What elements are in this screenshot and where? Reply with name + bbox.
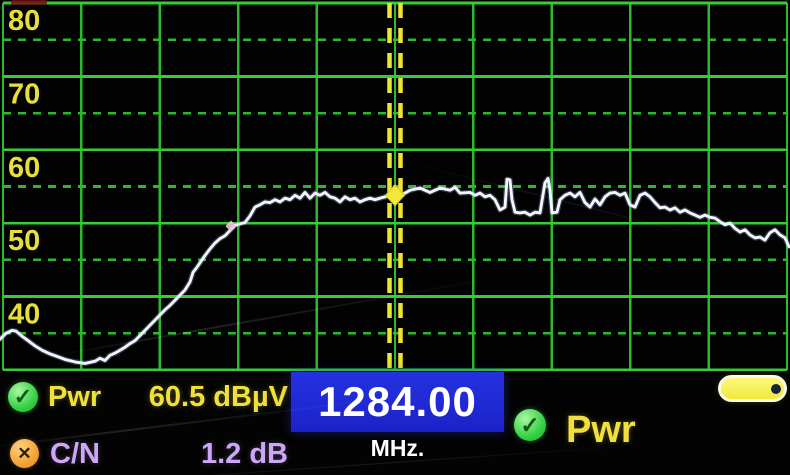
pwr-value: 60.5 dBµV [148, 381, 288, 413]
spectrum-chart: 80 70 60 50 40 [0, 1, 790, 371]
y-axis-tick-label: 40 [8, 299, 40, 331]
battery-icon [718, 375, 787, 402]
frequency-value: 1284.00 [318, 378, 477, 425]
cn-value: 1.2 dB [200, 438, 288, 470]
cn-label: C/N [50, 438, 100, 470]
y-axis-tick-label: 70 [8, 78, 40, 110]
spectrum-area: 80 70 60 50 40 [0, 0, 790, 371]
pwr-label: Pwr [48, 381, 102, 413]
pwr-status-check-icon: ✓ [8, 382, 38, 412]
check-glyph: ✓ [13, 384, 33, 409]
mode-button-label[interactable]: Pwr [566, 409, 636, 452]
y-axis-tick-label: 50 [8, 225, 40, 257]
battery-tip-dot [771, 383, 781, 394]
check-glyph: ✓ [520, 411, 540, 438]
y-axis-tick-label: 80 [8, 5, 40, 37]
mode-status-check-icon[interactable]: ✓ [514, 409, 546, 441]
cross-glyph: ✕ [17, 444, 32, 463]
cutoff-top-text [11, 0, 47, 5]
cn-status-cross-icon: ✕ [10, 439, 39, 468]
frequency-display[interactable]: 1284.00 [291, 372, 504, 432]
meter-screen: 80 70 60 50 40 ✓ Pwr 60.5 dBµV ✕ C/N 1.2 dB … [0, 0, 790, 475]
frequency-unit: MHz. [370, 435, 425, 461]
status-bar: ✓ Pwr 60.5 dBµV ✕ C/N 1.2 dB 1284.00 MHz… [0, 371, 790, 475]
y-axis-tick-label: 60 [8, 152, 40, 184]
